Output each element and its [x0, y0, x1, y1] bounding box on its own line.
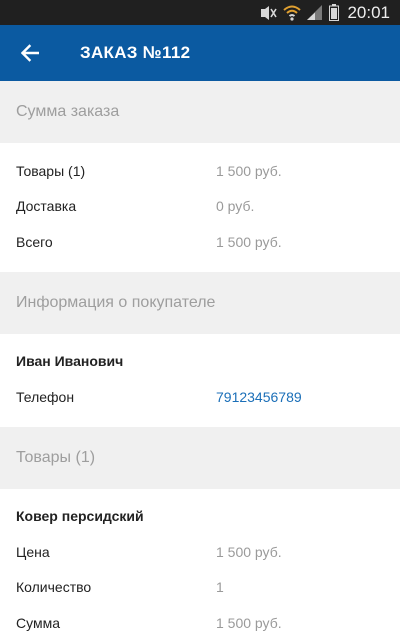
row-value: 1 500 руб. [216, 614, 282, 631]
product-name: Ковер персидский [16, 508, 144, 525]
no-sound-icon [259, 5, 278, 20]
wifi-icon [283, 5, 302, 21]
summary-row-total: Всего 1 500 руб. [0, 224, 400, 260]
row-value: 1 500 руб. [216, 543, 282, 560]
product-row-price: Цена 1 500 руб. [0, 534, 400, 570]
row-value: 1 500 руб. [216, 233, 282, 250]
product-row-sum: Сумма 1 500 руб. [0, 605, 400, 640]
customer-info-body: Иван Иванович Телефон 79123456789 [0, 333, 400, 427]
row-value: 1 [216, 579, 224, 596]
signal-icon [307, 5, 323, 20]
status-icons: 20:01 [259, 0, 400, 25]
section-header-customer-info: Информация о покупателе [0, 271, 400, 334]
page-title: ЗАКАЗ №112 [80, 43, 191, 62]
phone-link[interactable]: 79123456789 [216, 389, 302, 405]
product-row-quantity: Количество 1 [0, 570, 400, 606]
customer-phone-row: Телефон 79123456789 [0, 379, 400, 415]
row-value: 1 500 руб. [216, 162, 282, 179]
customer-name-row: Иван Иванович [0, 344, 400, 380]
customer-name: Иван Иванович [16, 353, 124, 370]
status-time: 20:01 [347, 2, 390, 22]
battery-icon [329, 4, 340, 21]
row-label: Всего [16, 233, 53, 250]
products-body: Ковер персидский Цена 1 500 руб. Количес… [0, 488, 400, 640]
product-name-row: Ковер персидский [0, 499, 400, 535]
section-header-order-summary: Сумма заказа [0, 81, 400, 143]
back-button[interactable] [10, 33, 50, 73]
summary-row-delivery: Доставка 0 руб. [0, 189, 400, 225]
order-details: Сумма заказа Товары (1) 1 500 руб. Доста… [0, 81, 400, 640]
app-bar: ЗАКАЗ №112 [0, 25, 400, 81]
summary-row-goods: Товары (1) 1 500 руб. [0, 153, 400, 189]
phone-label: Телефон [16, 388, 75, 405]
status-bar: 20:01 [0, 0, 400, 25]
order-summary-body: Товары (1) 1 500 руб. Доставка 0 руб. Вс… [0, 143, 400, 272]
row-label: Доставка [16, 198, 77, 215]
row-label: Товары (1) [16, 162, 86, 179]
row-label: Сумма [16, 614, 60, 631]
row-label: Цена [16, 543, 50, 560]
row-value: 0 руб. [216, 198, 255, 215]
section-header-products: Товары (1) [0, 426, 400, 489]
row-label: Количество [16, 579, 92, 596]
arrow-left-icon [21, 44, 39, 62]
